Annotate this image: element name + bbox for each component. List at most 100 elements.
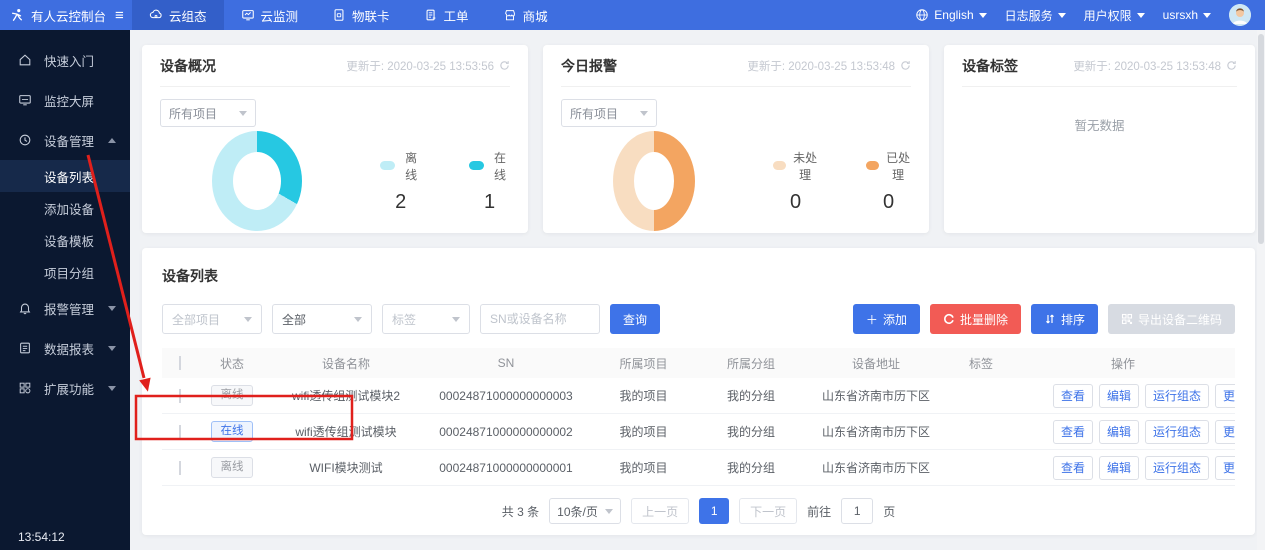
more-dropdown-button[interactable]: 更多 (1215, 383, 1235, 408)
device-list-title: 设备列表 (162, 268, 218, 284)
scrollbar-thumb[interactable] (1258, 34, 1264, 244)
sidebar-item-device-template[interactable]: 设备模板 (0, 224, 130, 256)
legend-value: 1 (483, 190, 496, 213)
view-button[interactable]: 查看 (1053, 419, 1094, 444)
device-name: WIFI模块测试 (309, 461, 383, 475)
sidebar-item-data-report[interactable]: 数据报表 (0, 328, 130, 368)
tab-iot-card[interactable]: 物联卡 (315, 0, 407, 30)
tab-work-order[interactable]: 工单 (407, 0, 486, 30)
sort-icon (1046, 314, 1054, 324)
top-navigation: 云组态 云监测 物联卡 工单 商城 (132, 0, 565, 30)
more-dropdown-button[interactable]: 更多 (1215, 419, 1235, 444)
log-service-label: 日志服务 (1004, 8, 1053, 23)
page-size-select[interactable]: 10条/页 (549, 498, 622, 524)
legend-label: 在线 (494, 150, 507, 182)
sidebar-item-monitor-screen[interactable]: 监控大屏 (0, 80, 130, 120)
column-tag: 标签 (968, 356, 993, 371)
tab-mall[interactable]: 商城 (486, 0, 565, 30)
legend-chip (469, 161, 485, 170)
current-page-button[interactable]: 1 (699, 498, 730, 524)
tab-label: 云监测 (260, 9, 299, 24)
chevron-up-icon (108, 137, 116, 143)
add-button[interactable]: ＋ 添加 (852, 304, 920, 334)
edit-button[interactable]: 编辑 (1099, 419, 1140, 444)
sidebar-item-device-list[interactable]: 设备列表 (0, 160, 130, 192)
run-scada-button[interactable]: 运行组态 (1145, 455, 1210, 480)
chevron-down-icon (108, 385, 116, 391)
view-button[interactable]: 查看 (1053, 455, 1094, 480)
column-status: 状态 (219, 356, 244, 371)
button-label: 添加 (882, 312, 907, 327)
device-name: wifi透传组测试模块2 (291, 389, 400, 403)
next-page-button[interactable]: 下一页 (739, 498, 798, 524)
tab-cloud-monitor[interactable]: 云监测 (224, 0, 316, 30)
more-dropdown-button[interactable]: 更多 (1215, 455, 1235, 480)
select-value: 10条/页 (557, 504, 598, 519)
plus-icon: ＋ (865, 312, 878, 327)
legend-chip (380, 161, 396, 170)
search-input[interactable] (480, 304, 600, 334)
language-dropdown[interactable]: English (915, 8, 987, 22)
project-filter-select[interactable]: 所有项目 (160, 99, 256, 127)
prev-page-button[interactable]: 上一页 (631, 498, 690, 524)
filter-status-select[interactable]: 全部 (272, 304, 372, 334)
button-label: 更多 (1223, 461, 1235, 475)
card-device-tags: 设备标签 更新于: 2020-03-25 13:53:48 暂无数据 (944, 45, 1255, 233)
card-title: 设备概况 (160, 57, 216, 74)
hamburger-menu-icon[interactable]: ≡ (115, 8, 124, 23)
row-checkbox[interactable] (179, 460, 181, 475)
select-all-checkbox[interactable] (179, 356, 181, 370)
button-label: 更多 (1223, 389, 1235, 403)
sidebar-item-project-group[interactable]: 项目分组 (0, 256, 130, 288)
username-label: usrsxh (1162, 8, 1198, 22)
refresh-icon[interactable] (499, 60, 510, 71)
edit-button[interactable]: 编辑 (1099, 455, 1140, 480)
edit-button[interactable]: 编辑 (1099, 383, 1140, 408)
legend-online: 在线 1 (469, 149, 510, 214)
chevron-down-icon (239, 110, 247, 116)
user-permission-dropdown[interactable]: 用户权限 (1084, 7, 1145, 24)
select-value: 所有项目 (169, 106, 218, 121)
tab-label: 云组态 (169, 9, 207, 24)
sidebar-item-alarm-manage[interactable]: 报警管理 (0, 288, 130, 328)
goto-page-input[interactable] (841, 498, 874, 524)
row-checkbox[interactable] (179, 388, 181, 403)
refresh-icon[interactable] (900, 60, 911, 71)
batch-delete-button[interactable]: 批量删除 (929, 304, 1021, 334)
sidebar-item-extensions[interactable]: 扩展功能 (0, 368, 130, 408)
filter-tag-select[interactable]: 标签 (382, 304, 470, 334)
username-dropdown[interactable]: usrsxh (1163, 8, 1211, 22)
chevron-down-icon (640, 110, 649, 116)
card-today-alarms: 今日报警 更新于: 2020-03-25 13:53:48 所有项目 未处理 0 (543, 45, 930, 233)
search-button[interactable]: 查询 (610, 304, 661, 334)
refresh-icon[interactable] (1226, 60, 1237, 71)
row-checkbox[interactable] (179, 424, 181, 439)
filter-project-select[interactable]: 全部项目 (162, 304, 262, 334)
topbar: 有人云控制台 ≡ 云组态 云监测 物联卡 工单 商城 English 日志服务 … (0, 0, 1265, 30)
chevron-down-icon (1203, 12, 1211, 18)
device-sn: 00024871000000000002 (439, 424, 573, 439)
sort-button[interactable]: 排序 (1030, 304, 1098, 334)
run-scada-button[interactable]: 运行组态 (1145, 419, 1210, 444)
chevron-down-icon (354, 316, 362, 322)
sidebar-item-device-manage[interactable]: 设备管理 (0, 120, 130, 160)
qr-code-icon (1121, 313, 1133, 325)
empty-data-text: 暂无数据 (1074, 119, 1125, 133)
export-qr-button[interactable]: 导出设备二维码 (1107, 304, 1235, 334)
pagination: 共 3 条 10条/页 上一页 1 下一页 前往 页 (162, 498, 1235, 524)
monitor-icon (241, 10, 254, 21)
run-scada-button[interactable]: 运行组态 (1145, 383, 1210, 408)
view-button[interactable]: 查看 (1053, 383, 1094, 408)
device-project: 我的项目 (619, 425, 668, 439)
page-scrollbar[interactable] (1257, 30, 1265, 550)
avatar[interactable] (1229, 4, 1251, 26)
project-filter-select[interactable]: 所有项目 (561, 99, 658, 127)
log-service-dropdown[interactable]: 日志服务 (1005, 7, 1066, 24)
updated-text: 更新于: 2020-03-25 13:53:48 (747, 60, 896, 73)
sidebar-item-add-device[interactable]: 添加设备 (0, 192, 130, 224)
legend-chip (866, 161, 880, 170)
sidebar-item-quick-start[interactable]: 快速入门 (0, 40, 130, 80)
chevron-down-icon (1057, 12, 1066, 18)
tab-cloud-scada[interactable]: 云组态 (132, 0, 224, 30)
chevron-down-icon (244, 316, 252, 322)
